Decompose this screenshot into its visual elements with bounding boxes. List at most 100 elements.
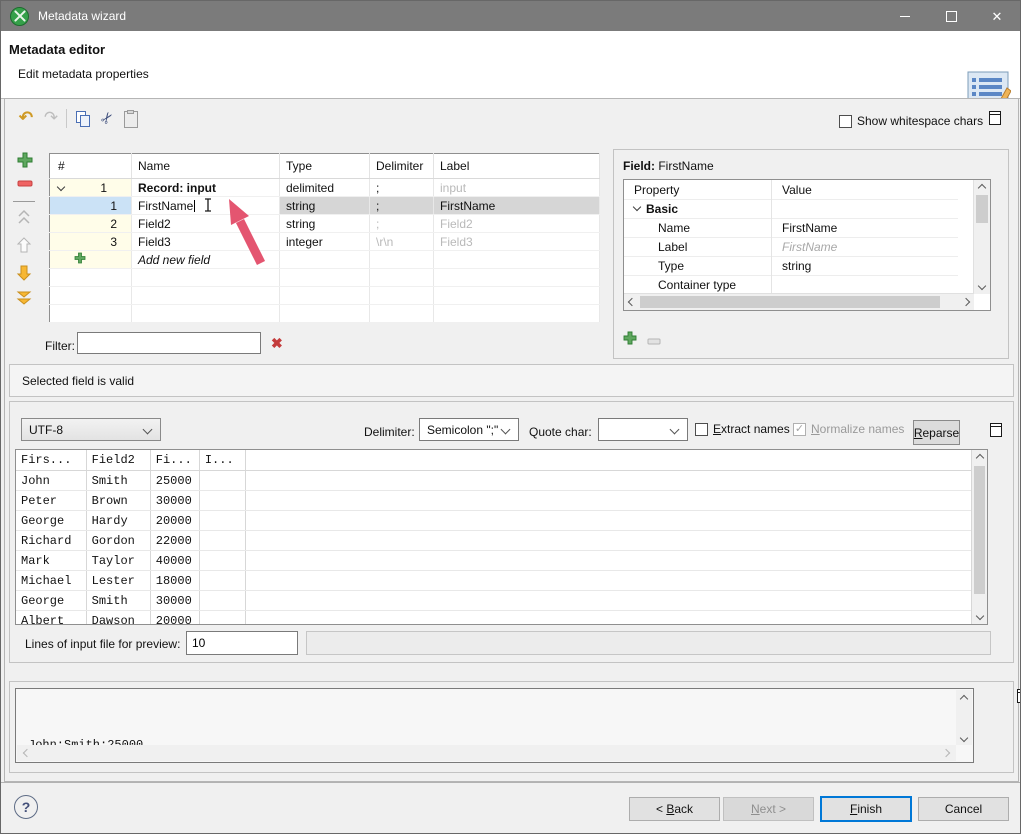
scroll-left-icon[interactable]	[628, 298, 636, 306]
scroll-thumb[interactable]	[976, 195, 988, 223]
minimize-button[interactable]	[882, 1, 928, 31]
field-label[interactable]: Field2	[434, 215, 600, 233]
scroll-right-icon[interactable]	[942, 749, 950, 757]
record-delimiter[interactable]: ;	[370, 179, 434, 197]
field-num[interactable]: 1	[50, 197, 132, 215]
property-value[interactable]: string	[772, 256, 958, 275]
paste-icon	[124, 111, 138, 128]
checkbox-box[interactable]	[695, 423, 708, 436]
col-header-name[interactable]: Name	[132, 154, 280, 179]
scroll-down-icon[interactable]	[960, 734, 968, 742]
col-header-type[interactable]: Type	[280, 154, 370, 179]
reparse-button[interactable]: Reparse	[913, 420, 960, 445]
metadata-wizard-window: Metadata wizard ✕ Metadata editor Edit m…	[0, 0, 1021, 834]
cut-button[interactable]: ✂	[97, 108, 117, 128]
record-row[interactable]: 1 Record: input delimited ; input	[50, 179, 600, 197]
field-label[interactable]: Field3	[434, 233, 600, 251]
scroll-thumb[interactable]	[974, 466, 985, 594]
undo-button[interactable]: ↶	[16, 108, 36, 128]
checkbox-box[interactable]	[839, 115, 852, 128]
field-delimiter[interactable]: ;	[370, 215, 434, 233]
maximize-view-icon-bottom[interactable]	[1017, 689, 1021, 703]
delimiter-combo[interactable]: Semicolon ";"	[419, 418, 519, 441]
record-label[interactable]: input	[434, 179, 600, 197]
extract-names-checkbox[interactable]: Extract names	[695, 422, 790, 436]
move-bottom-button[interactable]	[16, 289, 32, 310]
raw-hscrollbar[interactable]	[17, 745, 956, 761]
col-header-delimiter[interactable]: Delimiter	[370, 154, 434, 179]
cancel-button[interactable]: Cancel	[918, 797, 1009, 821]
maximize-icon	[946, 11, 957, 22]
back-button[interactable]: < Back	[629, 797, 720, 821]
help-button[interactable]: ?	[14, 795, 38, 819]
field-row[interactable]: 2 Field2 string ; Field2	[50, 215, 600, 233]
add-field-row[interactable]: Add new field	[50, 251, 600, 269]
raw-vscrollbar[interactable]	[956, 690, 972, 745]
record-type[interactable]: delimited	[280, 179, 370, 197]
add-property-button[interactable]	[623, 331, 637, 348]
redo-button[interactable]: ↷	[41, 108, 61, 128]
scroll-right-icon[interactable]	[962, 298, 970, 306]
field-num[interactable]: 3	[50, 233, 132, 251]
quote-char-combo[interactable]	[598, 418, 688, 441]
preview-lines-input[interactable]	[186, 631, 298, 655]
property-value[interactable]	[772, 275, 958, 294]
scroll-down-icon[interactable]	[975, 612, 983, 620]
preview-col-header[interactable]: I...	[199, 450, 245, 471]
remove-field-button[interactable]	[17, 178, 33, 192]
close-button[interactable]: ✕	[974, 1, 1020, 31]
field-row-selected[interactable]: 1 FirstName string ; FirstName	[50, 197, 600, 215]
remove-property-button[interactable]	[647, 335, 661, 349]
field-type[interactable]: string	[280, 215, 370, 233]
field-label[interactable]: FirstName	[434, 197, 600, 215]
scroll-thumb[interactable]	[640, 296, 940, 308]
maximize-button[interactable]	[928, 1, 974, 31]
preview-col-header[interactable]: Fi...	[150, 450, 199, 471]
window-controls: ✕	[882, 1, 1020, 31]
maximize-view-icon-top[interactable]	[989, 111, 1001, 125]
preview-col-header[interactable]: Field2	[86, 450, 150, 471]
property-hscrollbar[interactable]	[624, 293, 974, 310]
field-row[interactable]: 3 Field3 integer \r\n Field3	[50, 233, 600, 251]
field-delimiter[interactable]: \r\n	[370, 233, 434, 251]
filter-input[interactable]	[77, 332, 261, 354]
col-header-num[interactable]: #	[50, 154, 132, 179]
property-row[interactable]: Label FirstName	[624, 237, 958, 257]
group-chevron-icon[interactable]	[633, 203, 641, 211]
move-down-button[interactable]	[16, 263, 32, 286]
copy-button[interactable]	[73, 109, 93, 129]
field-type[interactable]: string	[280, 197, 370, 215]
finish-button[interactable]: Finish	[820, 796, 912, 822]
scroll-up-icon[interactable]	[960, 695, 968, 703]
property-value[interactable]: FirstName	[772, 218, 958, 237]
raw-preview-box[interactable]: John;Smith;25000 Peter;Brown;30000 Georg…	[15, 688, 974, 763]
show-whitespace-checkbox[interactable]: Show whitespace chars	[839, 114, 983, 128]
property-col-header[interactable]: Property	[624, 180, 772, 199]
add-field-button[interactable]	[17, 152, 33, 171]
property-value[interactable]: FirstName	[772, 237, 958, 256]
scroll-up-icon[interactable]	[975, 454, 983, 462]
field-delimiter[interactable]: ;	[370, 197, 434, 215]
value-col-header[interactable]: Value	[772, 180, 958, 199]
paste-button[interactable]	[121, 109, 141, 129]
clear-filter-icon[interactable]: ✖	[271, 335, 283, 352]
property-row[interactable]: Name FirstName	[624, 218, 958, 238]
preview-col-header[interactable]: Firs...	[16, 450, 86, 471]
col-header-label[interactable]: Label	[434, 154, 600, 179]
property-vscrollbar[interactable]	[973, 180, 990, 294]
maximize-view-icon-middle[interactable]	[990, 423, 1002, 437]
property-row[interactable]: Container type	[624, 275, 958, 294]
scroll-left-icon[interactable]	[23, 749, 31, 757]
field-type[interactable]: integer	[280, 233, 370, 251]
encoding-combo[interactable]: UTF-8	[21, 418, 161, 441]
disabled-field	[306, 631, 991, 655]
move-top-button[interactable]	[16, 208, 32, 229]
scroll-down-icon[interactable]	[978, 282, 986, 290]
property-group-row[interactable]: Basic	[624, 199, 958, 219]
scroll-up-icon[interactable]	[978, 184, 986, 192]
preview-vscrollbar[interactable]	[971, 450, 987, 624]
property-row[interactable]: Type string	[624, 256, 958, 276]
move-up-button[interactable]	[16, 235, 32, 258]
collapse-chevron-icon[interactable]	[57, 183, 65, 191]
field-num[interactable]: 2	[50, 215, 132, 233]
